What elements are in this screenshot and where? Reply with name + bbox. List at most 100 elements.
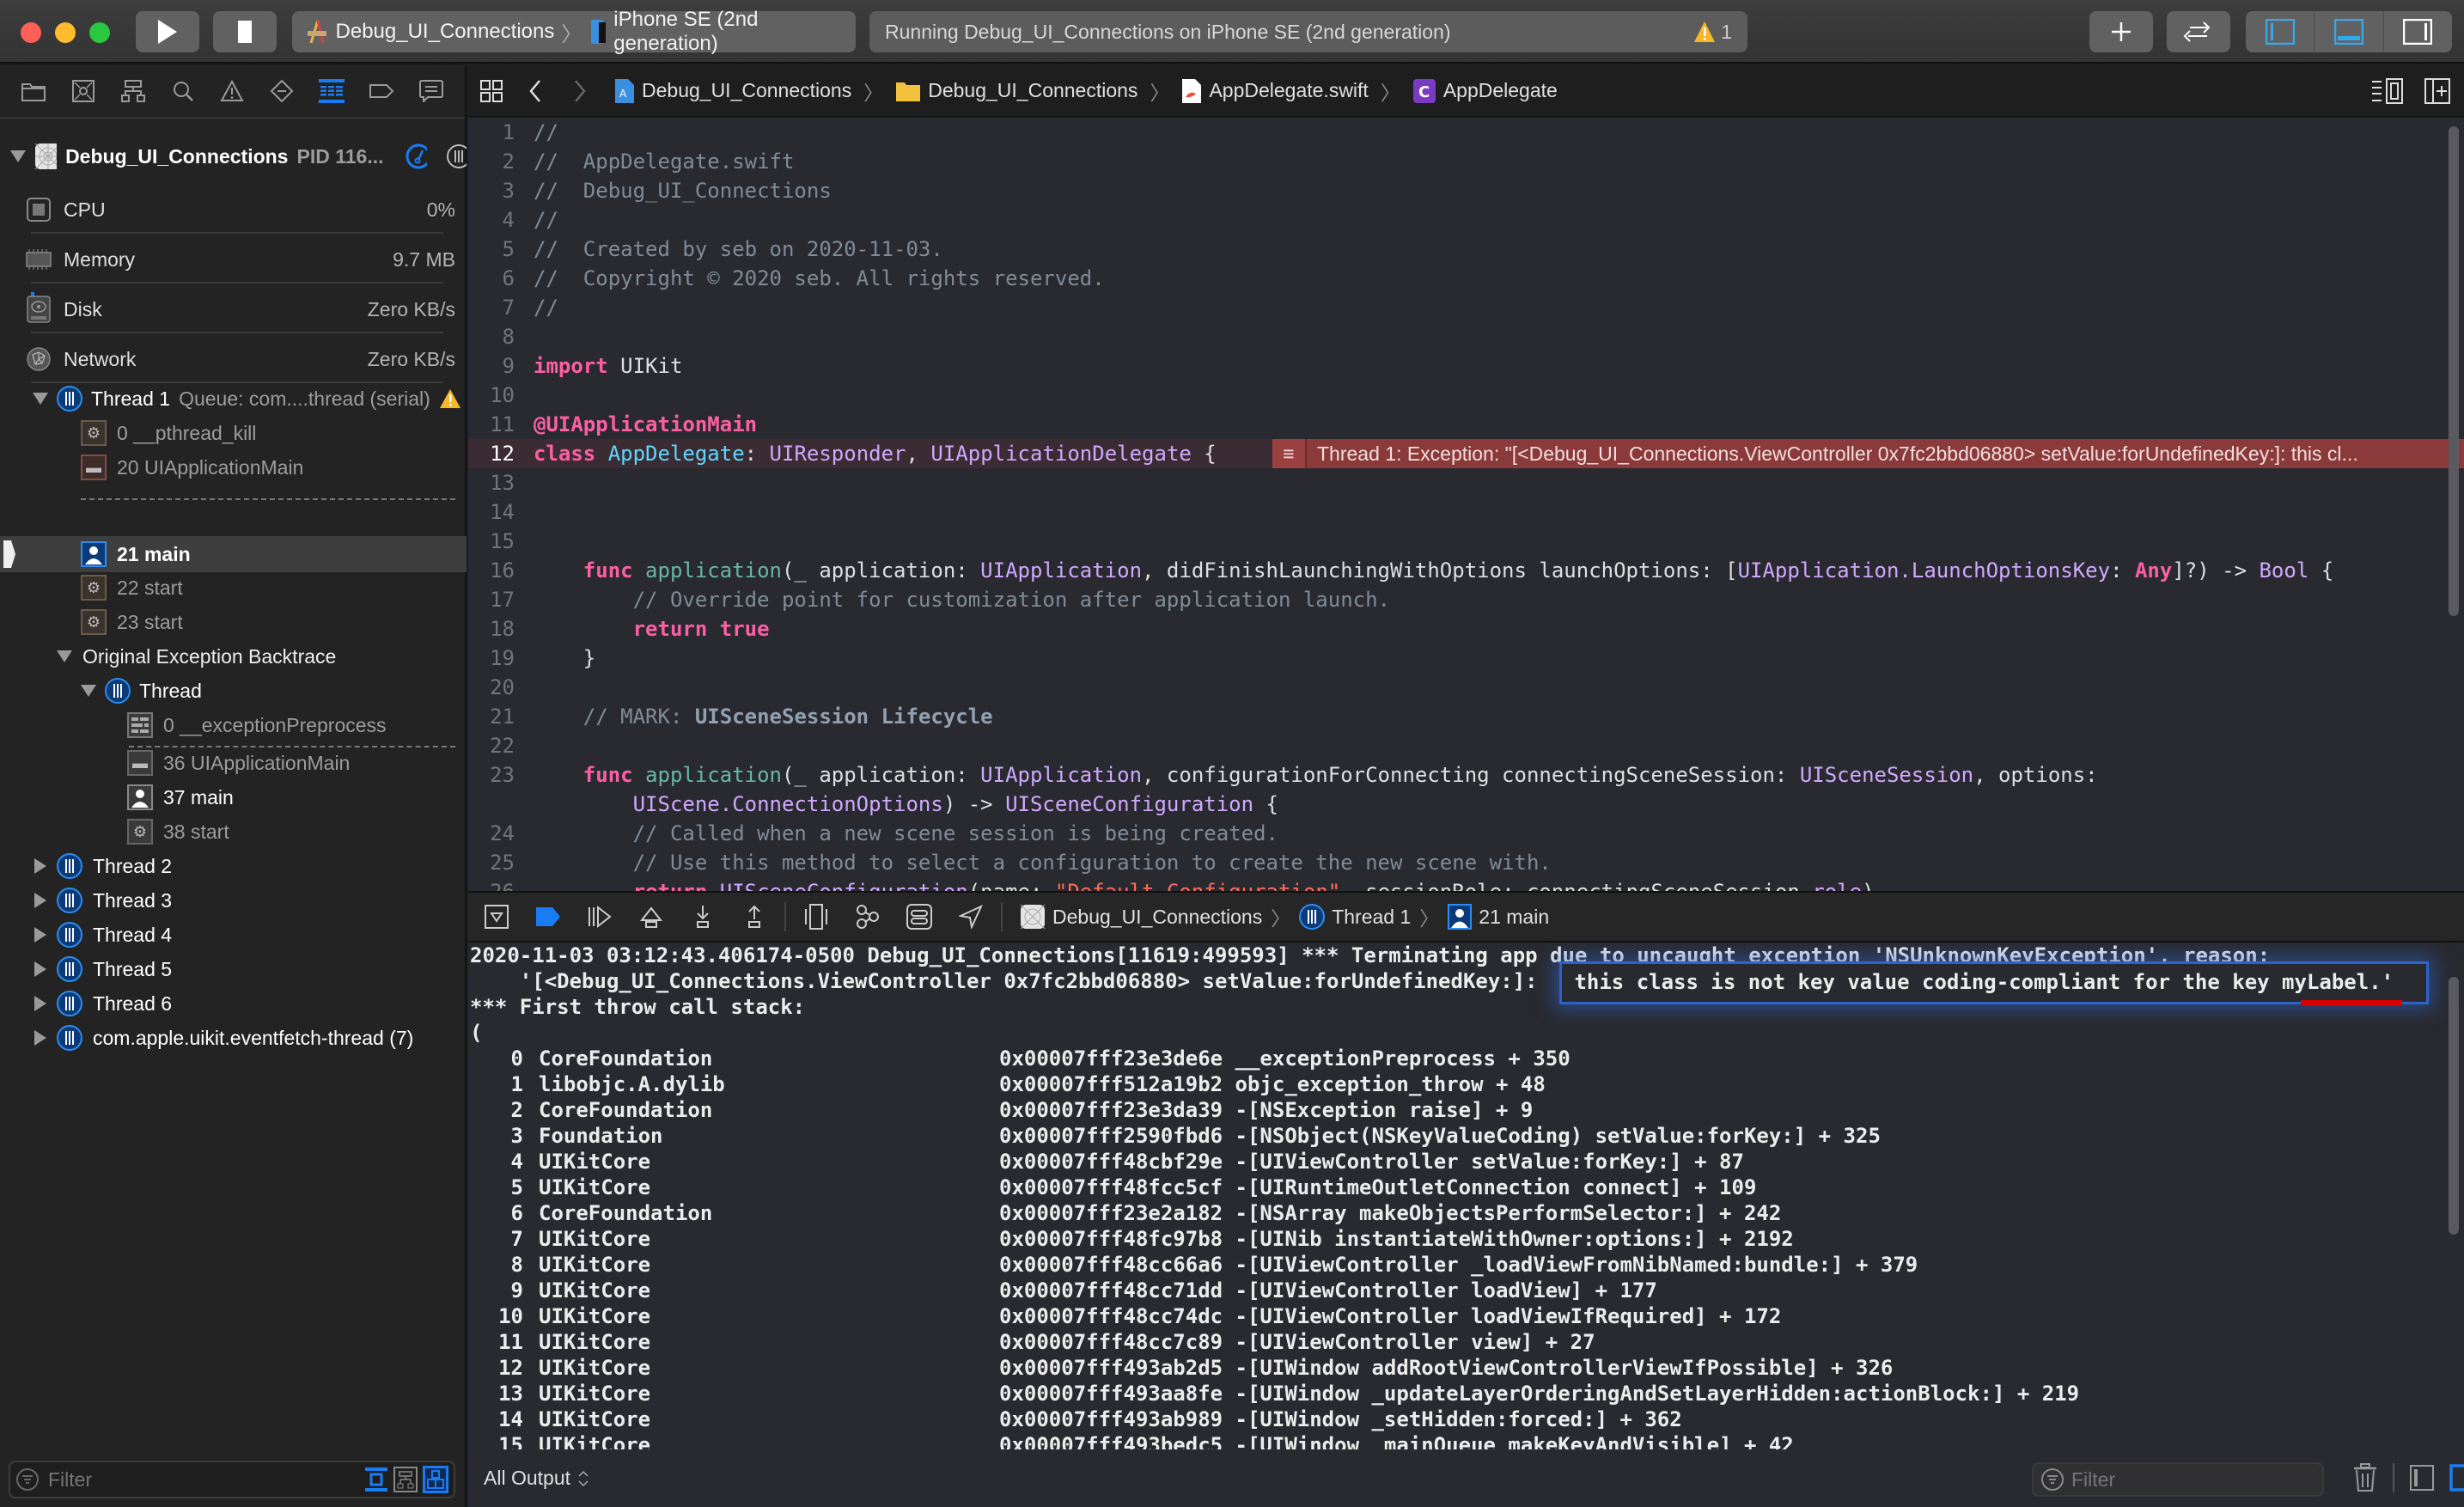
stack-frame-row[interactable]: ▬ 20 UIApplicationMain: [0, 450, 467, 485]
view-by-queue-icon[interactable]: [423, 1466, 448, 1493]
debug-view-hierarchy-button[interactable]: [803, 904, 829, 930]
breakpoint-navigator-tab[interactable]: [369, 78, 394, 104]
forward-arrow-icon[interactable]: [573, 79, 587, 103]
debug-gauges-icon[interactable]: [405, 143, 427, 170]
disclosure-triangle-expanded[interactable]: [81, 685, 96, 697]
stack-frame-row[interactable]: ▬ 36 UIApplicationMain: [0, 746, 467, 780]
hide-debug-area-button[interactable]: [484, 904, 509, 930]
thread-1-row[interactable]: Thread 1 Queue: com....thread (serial): [0, 381, 467, 416]
code-review-button[interactable]: [2167, 11, 2230, 52]
show-variables-view-icon[interactable]: [2410, 1465, 2434, 1491]
exception-backtrace-row[interactable]: Original Exception Backtrace: [0, 639, 467, 674]
issue-navigator-tab[interactable]: [219, 78, 245, 104]
back-arrow-icon[interactable]: [528, 79, 542, 103]
scheme-name[interactable]: Debug_UI_Connections: [336, 20, 555, 44]
debug-breadcrumb-frame[interactable]: 21 main: [1448, 904, 1549, 930]
scheme-selector[interactable]: Debug_UI_Connections 〉 iPhone SE (2nd ge…: [292, 8, 856, 55]
debug-breadcrumb-process[interactable]: Debug_UI_Connections: [1020, 904, 1262, 930]
disclosure-triangle-expanded[interactable]: [10, 150, 26, 162]
navigator-filter-input[interactable]: [48, 1467, 306, 1492]
disclosure-triangle-collapsed[interactable]: [34, 858, 46, 874]
toggle-debug-area-button[interactable]: [2315, 11, 2384, 52]
zoom-window-button[interactable]: [89, 22, 110, 43]
gauge-network[interactable]: Network Zero KB/s: [26, 335, 455, 383]
iphone-device-icon: [591, 20, 607, 44]
exception-annotation[interactable]: ≡ Thread 1: Exception: "[<Debug_UI_Conne…: [1272, 439, 2464, 468]
disclosure-triangle-collapsed[interactable]: [34, 927, 46, 943]
stack-frame-line: 0 CoreFoundation 0x00007fff23e3de6e __exce…: [470, 1046, 1570, 1071]
gauge-disk[interactable]: Disk Zero KB/s: [26, 285, 455, 333]
test-navigator-tab[interactable]: [269, 78, 295, 104]
hierarchy-filter-icon[interactable]: [393, 1467, 418, 1492]
process-threads-icon[interactable]: [446, 143, 467, 169]
close-window-button[interactable]: [21, 22, 41, 43]
destination-name[interactable]: iPhone SE (2nd generation): [613, 8, 856, 56]
source-editor[interactable]: 1// 2// AppDelegate.swift 3// Debug_UI_C…: [468, 118, 2464, 891]
stack-frame-row[interactable]: ⚙ 22 start: [0, 570, 467, 605]
breadcrumb-project[interactable]: A Debug_UI_Connections: [614, 78, 851, 104]
stop-button[interactable]: [213, 11, 277, 52]
gauge-cpu[interactable]: CPU 0%: [26, 186, 455, 234]
minimize-window-button[interactable]: [55, 22, 76, 43]
simulate-location-button[interactable]: [958, 904, 984, 930]
thread-row[interactable]: com.apple.uikit.eventfetch-thread (7): [0, 1021, 467, 1055]
find-navigator-tab[interactable]: [170, 78, 196, 104]
console-output[interactable]: 2020-11-03 03:12:43.406174-0500 Debug_UI…: [468, 943, 2464, 1449]
output-selector[interactable]: All Output: [484, 1467, 589, 1490]
stack-frame-row[interactable]: ⚙ 23 start: [0, 605, 467, 639]
disclosure-triangle-expanded[interactable]: [33, 393, 48, 405]
console-scrollbar[interactable]: [2449, 977, 2459, 1235]
step-over-button[interactable]: [638, 904, 664, 930]
process-row[interactable]: Debug_UI_Connections PID 116...: [0, 139, 467, 174]
source-control-navigator-tab[interactable]: [70, 78, 96, 104]
report-navigator-tab[interactable]: [418, 78, 444, 104]
toggle-inspector-button[interactable]: [2384, 11, 2452, 52]
related-items-icon[interactable]: [480, 79, 503, 102]
debug-breadcrumb-thread[interactable]: Thread 1: [1299, 904, 1411, 930]
breadcrumb-file[interactable]: AppDelegate.swift: [1181, 78, 1369, 104]
thread-row[interactable]: Thread 2: [0, 849, 467, 883]
thread-row[interactable]: Thread 3: [0, 883, 467, 918]
stack-frame-row[interactable]: ⚙ 0 __pthread_kill: [0, 416, 467, 450]
library-button[interactable]: [2089, 11, 2153, 52]
console-filter-input[interactable]: [2071, 1467, 2312, 1492]
show-only-crashed-icon[interactable]: [364, 1467, 388, 1492]
thread-row[interactable]: Thread 5: [0, 952, 467, 986]
disclosure-triangle-collapsed[interactable]: [34, 1030, 46, 1046]
navigator-filter-field[interactable]: [9, 1461, 455, 1498]
warning-indicator[interactable]: 1: [1693, 21, 1732, 44]
breadcrumb-group[interactable]: Debug_UI_Connections: [895, 79, 1137, 102]
toggle-navigator-button[interactable]: [2246, 11, 2315, 52]
code-review-toggle-icon[interactable]: [2371, 77, 2404, 104]
step-into-button[interactable]: [690, 904, 716, 930]
add-editor-icon[interactable]: [2424, 77, 2450, 104]
stack-frame-row[interactable]: 0 __exceptionPreprocess: [0, 708, 467, 742]
stack-frame-row[interactable]: ⚙ 38 start: [0, 815, 467, 849]
trash-icon[interactable]: [2353, 1463, 2377, 1492]
project-navigator-tab[interactable]: [21, 78, 46, 104]
disclosure-triangle-collapsed[interactable]: [34, 996, 46, 1011]
show-console-view-icon[interactable]: [2449, 1464, 2464, 1492]
debug-navigator-tab[interactable]: [319, 78, 345, 104]
editor-scrollbar[interactable]: [2449, 126, 2459, 616]
disclosure-triangle-collapsed[interactable]: [34, 961, 46, 977]
continue-button[interactable]: [587, 904, 613, 930]
breadcrumb-symbol[interactable]: C AppDelegate: [1412, 78, 1558, 104]
cpu-icon: [27, 198, 51, 222]
thread-row[interactable]: Thread 6: [0, 986, 467, 1021]
stack-frame-row-selected[interactable]: 21 main: [0, 536, 467, 572]
run-button[interactable]: [136, 11, 199, 52]
disclosure-triangle-expanded[interactable]: [57, 650, 72, 662]
step-out-button[interactable]: [741, 904, 767, 930]
gauge-memory[interactable]: Memory 9.7 MB: [26, 235, 455, 284]
environment-overrides-button[interactable]: [906, 904, 932, 930]
backtrace-thread-row[interactable]: Thread: [0, 674, 467, 708]
stack-frame-row[interactable]: 37 main: [0, 780, 467, 815]
breakpoints-toggle-button[interactable]: [535, 904, 561, 930]
disclosure-triangle-collapsed[interactable]: [34, 893, 46, 908]
symbol-navigator-tab[interactable]: [120, 78, 146, 104]
console-filter-field[interactable]: [2032, 1462, 2324, 1497]
thread-row[interactable]: Thread 4: [0, 918, 467, 952]
annotation-menu-icon[interactable]: ≡: [1272, 439, 1307, 468]
debug-memory-graph-button[interactable]: [855, 904, 881, 930]
